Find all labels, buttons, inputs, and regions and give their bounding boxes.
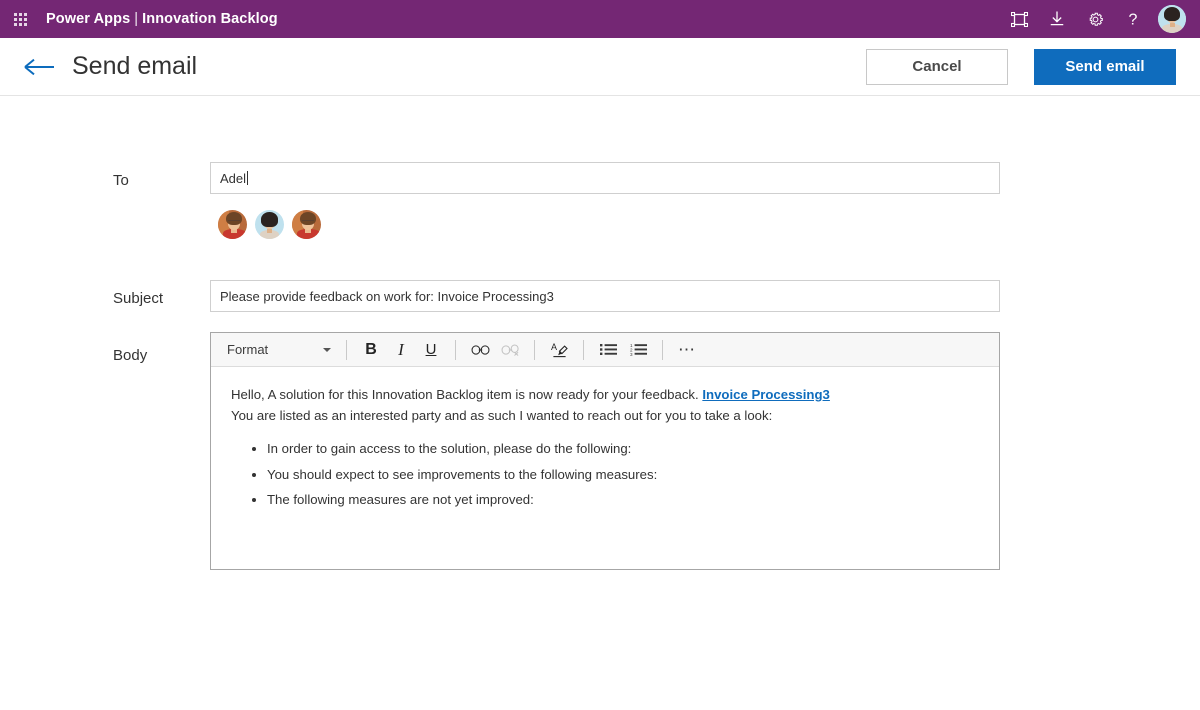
toolbar-separator: [583, 339, 584, 360]
remove-link-icon: [496, 337, 524, 363]
format-dropdown-label: Format: [227, 342, 269, 357]
suite-actions: ?: [1000, 0, 1192, 38]
email-form: To Adel Subject Please provide feedback …: [0, 96, 1200, 570]
list-item: In order to gain access to the solution,…: [267, 439, 979, 460]
to-input[interactable]: Adel: [210, 162, 1000, 194]
toolbar-separator: [662, 339, 663, 360]
to-label: To: [113, 172, 129, 189]
list-item: You should expect to see improvements to…: [267, 465, 979, 486]
bold-button[interactable]: B: [357, 337, 385, 363]
email-body-content[interactable]: Hello, A solution for this Innovation Ba…: [211, 367, 999, 569]
subject-row: Subject Please provide feedback on work …: [0, 280, 1200, 312]
bulleted-list-icon[interactable]: [594, 337, 622, 363]
more-options-button[interactable]: ⋯: [673, 337, 701, 363]
brand-name: Power Apps: [46, 11, 131, 27]
editor-toolbar: Format B I U A 1 2 3 ⋯: [211, 333, 999, 367]
brand-separator: |: [134, 11, 139, 27]
svg-text:?: ?: [1129, 12, 1138, 29]
body-label: Body: [113, 347, 148, 364]
body-bullet-list: In order to gain access to the solution,…: [231, 439, 979, 511]
body-paragraph-1: Hello, A solution for this Innovation Ba…: [231, 385, 979, 406]
invoice-processing-link[interactable]: Invoice Processing3: [702, 387, 830, 402]
subject-label: Subject: [113, 290, 164, 307]
help-icon[interactable]: ?: [1114, 0, 1152, 38]
back-arrow-icon[interactable]: [18, 47, 62, 87]
user-avatar-image: [1158, 5, 1186, 33]
body-field-column: Format B I U A 1 2 3 ⋯ Hello, A solution…: [210, 332, 1000, 570]
body-row: Body Format B I U A 1 2 3 ⋯ Hello, A sol…: [0, 332, 1200, 570]
suite-header: Power Apps | Innovation Backlog ?: [0, 0, 1200, 38]
recipient-avatar-list: [210, 194, 1000, 240]
to-input-value: Adel: [220, 170, 247, 186]
app-name: Innovation Backlog: [142, 11, 278, 27]
numbered-list-icon[interactable]: 1 2 3: [624, 337, 652, 363]
clear-formatting-icon[interactable]: A: [545, 337, 573, 363]
body-text-before-link: Hello, A solution for this Innovation Ba…: [231, 387, 703, 402]
text-cursor: [247, 171, 249, 185]
suite-brand[interactable]: Power Apps | Innovation Backlog: [40, 11, 278, 27]
subject-input-value: Please provide feedback on work for: Inv…: [220, 288, 554, 304]
to-row: To Adel: [0, 162, 1200, 240]
insert-link-icon[interactable]: [466, 337, 494, 363]
download-icon[interactable]: [1038, 0, 1076, 38]
recipient-avatar-2[interactable]: [255, 210, 284, 239]
send-email-button[interactable]: Send email: [1034, 48, 1176, 85]
toolbar-separator: [346, 339, 347, 360]
rich-text-editor: Format B I U A 1 2 3 ⋯ Hello, A solution…: [210, 332, 1000, 570]
body-paragraph-2: You are listed as an interested party an…: [231, 407, 773, 423]
toolbar-separator: [534, 339, 535, 360]
list-item: The following measures are not yet impro…: [267, 490, 979, 511]
recipient-avatar-3[interactable]: [292, 210, 321, 239]
subject-input[interactable]: Please provide feedback on work for: Inv…: [210, 280, 1000, 312]
waffle-grid: [13, 12, 27, 26]
gear-icon[interactable]: [1076, 0, 1114, 38]
user-avatar[interactable]: [1152, 0, 1192, 38]
format-dropdown[interactable]: Format: [217, 337, 337, 363]
to-field-column: Adel: [210, 162, 1000, 240]
underline-button[interactable]: U: [417, 337, 445, 363]
app-launcher-waffle-icon[interactable]: [0, 0, 40, 38]
fullscreen-icon[interactable]: [1000, 0, 1038, 38]
recipient-avatar-1[interactable]: [218, 210, 247, 239]
chevron-down-icon: [323, 347, 331, 352]
italic-button[interactable]: I: [387, 337, 415, 363]
toolbar-separator: [455, 339, 456, 360]
page-title: Send email: [72, 52, 198, 80]
subject-field-column: Please provide feedback on work for: Inv…: [210, 280, 1000, 312]
svg-text:3: 3: [630, 352, 633, 356]
svg-text:A: A: [551, 342, 557, 352]
command-bar: Send email Cancel Send email: [0, 38, 1200, 96]
cancel-button[interactable]: Cancel: [866, 48, 1008, 85]
